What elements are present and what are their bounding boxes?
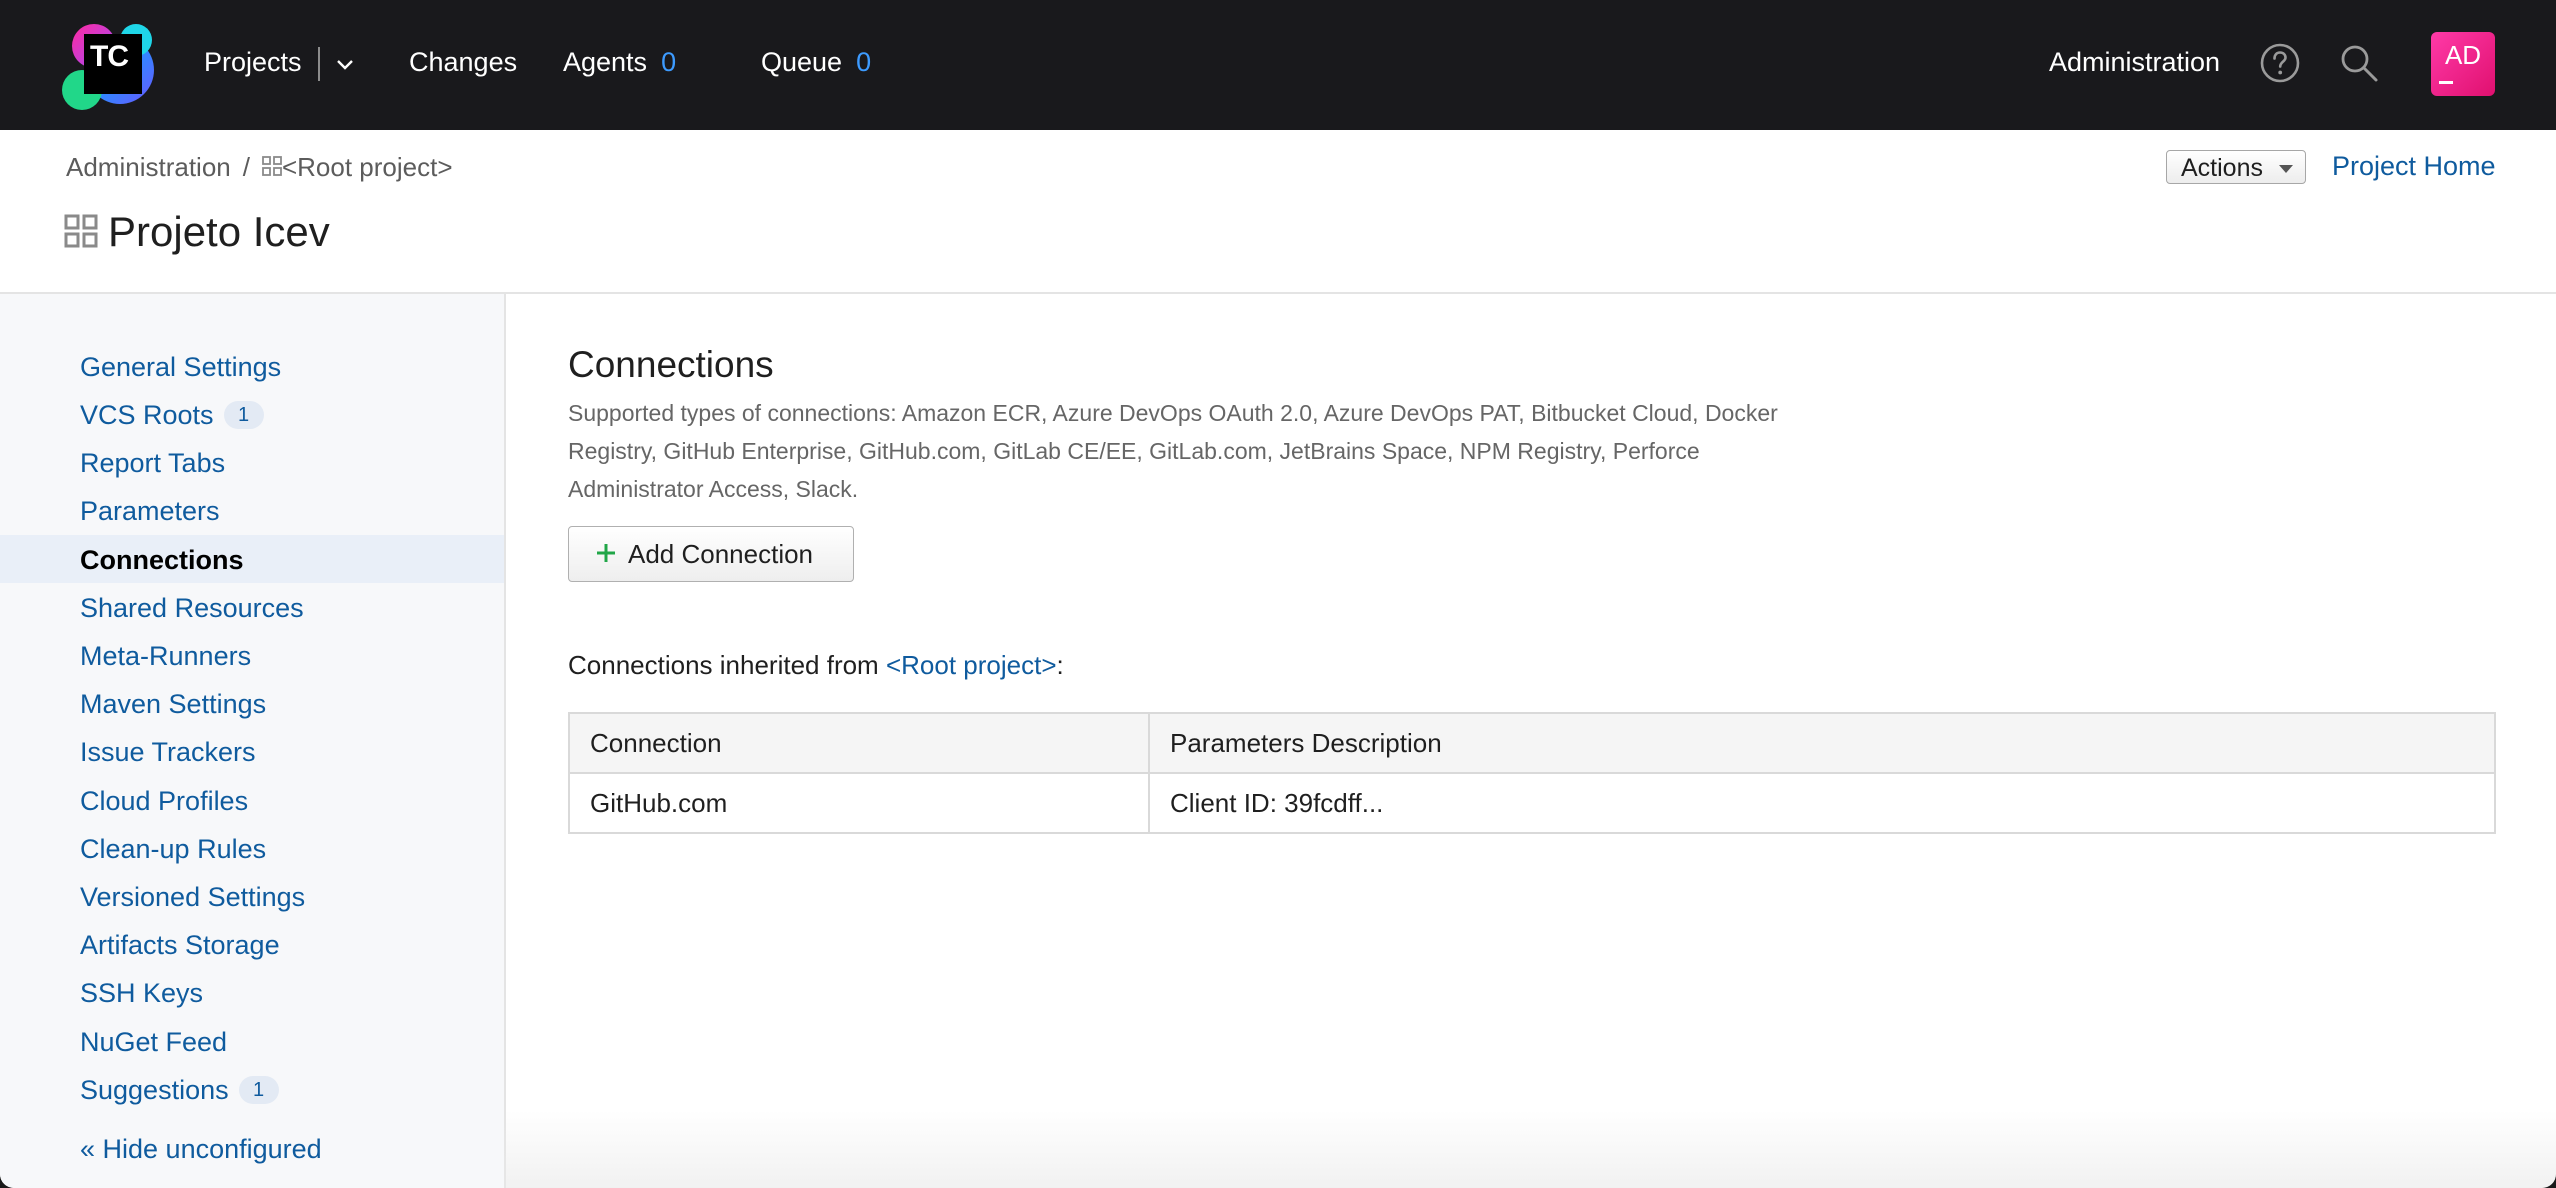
sidebar-item-ssh-keys[interactable]: SSH Keys	[80, 976, 203, 1010]
caret-down-icon	[2279, 165, 2293, 173]
count-badge: 1	[238, 1075, 279, 1104]
app-window: TC Projects Changes Agents 0 Queue 0 Admin…	[0, 0, 2556, 1188]
inherited-prefix: Connections inherited from	[568, 650, 886, 680]
sidebar-item-cloud-profiles[interactable]: Cloud Profiles	[80, 784, 248, 818]
sidebar-item-shared-resources[interactable]: Shared Resources	[80, 591, 304, 625]
table-row[interactable]: GitHub.com Client ID: 39fcdff...	[568, 772, 2496, 834]
sidebar-item-label: Connections	[80, 545, 244, 575]
sidebar: General Settings VCS Roots 1 Report Tabs …	[0, 294, 506, 1188]
section-description: Supported types of connections: Amazon E…	[568, 400, 1778, 502]
sidebar-item-issue-trackers[interactable]: Issue Trackers	[80, 735, 256, 769]
sidebar-item-general-settings[interactable]: General Settings	[80, 350, 281, 384]
top-header: TC Projects Changes Agents 0 Queue 0 Admin…	[0, 0, 2556, 130]
sidebar-item-label: General Settings	[80, 352, 282, 382]
avatar-initials: AD	[2444, 40, 2482, 70]
nav-queue[interactable]: Queue 0	[761, 44, 871, 80]
nav-administration[interactable]: Administration	[2049, 44, 2220, 80]
breadcrumb-separator: /	[242, 152, 250, 182]
actions-dropdown[interactable]: Actions	[2166, 150, 2306, 184]
sidebar-item-meta-runners[interactable]: Meta-Runners	[80, 639, 251, 673]
sidebar-item-artifacts-storage[interactable]: Artifacts Storage	[80, 928, 280, 962]
table-header-row: Connection Parameters Description	[568, 712, 2496, 774]
actions-label: Actions	[2181, 154, 2263, 182]
sidebar-item-clean-up-rules[interactable]: Clean-up Rules	[80, 832, 266, 866]
section-title: Connections	[568, 344, 774, 385]
sidebar-item-connections[interactable]: Connections	[80, 543, 244, 577]
count-badge: 1	[223, 400, 264, 429]
column-header-connection: Connection	[568, 712, 1150, 774]
breadcrumb: Administration / <Root project>	[66, 152, 453, 183]
column-header-parameters-description: Parameters Description	[1148, 712, 2496, 774]
connection-name-cell[interactable]: GitHub.com	[568, 772, 1150, 834]
sidebar-item-label: Issue Trackers	[80, 737, 256, 767]
help-icon[interactable]	[2259, 42, 2301, 84]
sidebar-item-label: Clean-up Rules	[80, 834, 267, 864]
page-title-text: Projeto Icev	[108, 208, 330, 255]
sidebar-item-nuget-feed[interactable]: NuGet Feed	[80, 1025, 227, 1059]
sidebar-item-label: NuGet Feed	[80, 1027, 228, 1057]
nav-separator	[317, 46, 320, 81]
sidebar-item-label: Parameters	[80, 496, 220, 526]
breadcrumb-administration[interactable]: Administration	[66, 152, 231, 182]
nav-agents[interactable]: Agents 0	[563, 44, 676, 80]
sidebar-item-label: Artifacts Storage	[80, 930, 280, 960]
parameters-description-cell: Client ID: 39fcdff...	[1148, 772, 2496, 834]
search-icon[interactable]	[2338, 42, 2380, 84]
queue-count: 0	[856, 47, 872, 77]
connections-table: Connection Parameters Description GitHub…	[568, 712, 2496, 834]
sidebar-item-maven-settings[interactable]: Maven Settings	[80, 687, 266, 721]
root-project-link[interactable]: <Root project>	[886, 650, 1057, 680]
avatar[interactable]: AD	[2431, 32, 2495, 96]
inherited-suffix: :	[1056, 650, 1064, 680]
inherited-connections-label: Connections inherited from <Root project…	[568, 650, 1064, 681]
plus-icon	[597, 544, 615, 563]
project-home-link[interactable]: Project Home	[2332, 151, 2496, 182]
sidebar-item-label: SSH Keys	[80, 978, 204, 1008]
sidebar-item-vcs-roots[interactable]: VCS Roots 1	[80, 398, 264, 432]
nav-agents-label: Agents	[563, 47, 648, 77]
nav-projects-label: Projects	[204, 47, 302, 77]
logo-text: TC	[84, 34, 142, 94]
sidebar-item-label: Report Tabs	[80, 448, 226, 478]
sidebar-item-label: Cloud Profiles	[80, 786, 249, 816]
sidebar-item-label: Maven Settings	[80, 689, 267, 719]
sidebar-item-parameters[interactable]: Parameters	[80, 494, 220, 528]
sidebar-item-suggestions[interactable]: Suggestions 1	[80, 1073, 279, 1107]
nav-changes[interactable]: Changes	[409, 44, 517, 80]
sidebar-item-report-tabs[interactable]: Report Tabs	[80, 446, 225, 480]
nav-projects[interactable]: Projects	[204, 44, 356, 81]
hide-unconfigured-link[interactable]: « Hide unconfigured	[80, 1132, 322, 1166]
page-title: Projeto Icev	[64, 208, 330, 256]
nav-queue-label: Queue	[761, 47, 843, 77]
chevron-down-icon[interactable]	[334, 53, 356, 75]
breadcrumb-root-project[interactable]: <Root project>	[282, 152, 453, 182]
sidebar-item-versioned-settings[interactable]: Versioned Settings	[80, 880, 305, 914]
add-connection-button[interactable]: Add Connection	[568, 526, 854, 582]
sidebar-item-label: Shared Resources	[80, 593, 304, 623]
project-grid-icon	[262, 156, 282, 177]
add-connection-label: Add Connection	[628, 539, 814, 569]
sidebar-item-label: VCS Roots	[80, 400, 214, 430]
bottom-shadow	[504, 1110, 2556, 1188]
sidebar-item-label: Suggestions	[80, 1075, 229, 1105]
teamcity-logo[interactable]: TC	[60, 18, 160, 114]
sidebar-active-highlight	[0, 535, 504, 583]
agents-count: 0	[661, 47, 677, 77]
project-grid-icon	[64, 214, 98, 248]
sidebar-item-label: Versioned Settings	[80, 882, 306, 912]
sidebar-item-label: Meta-Runners	[80, 641, 252, 671]
avatar-underline	[2439, 81, 2453, 84]
